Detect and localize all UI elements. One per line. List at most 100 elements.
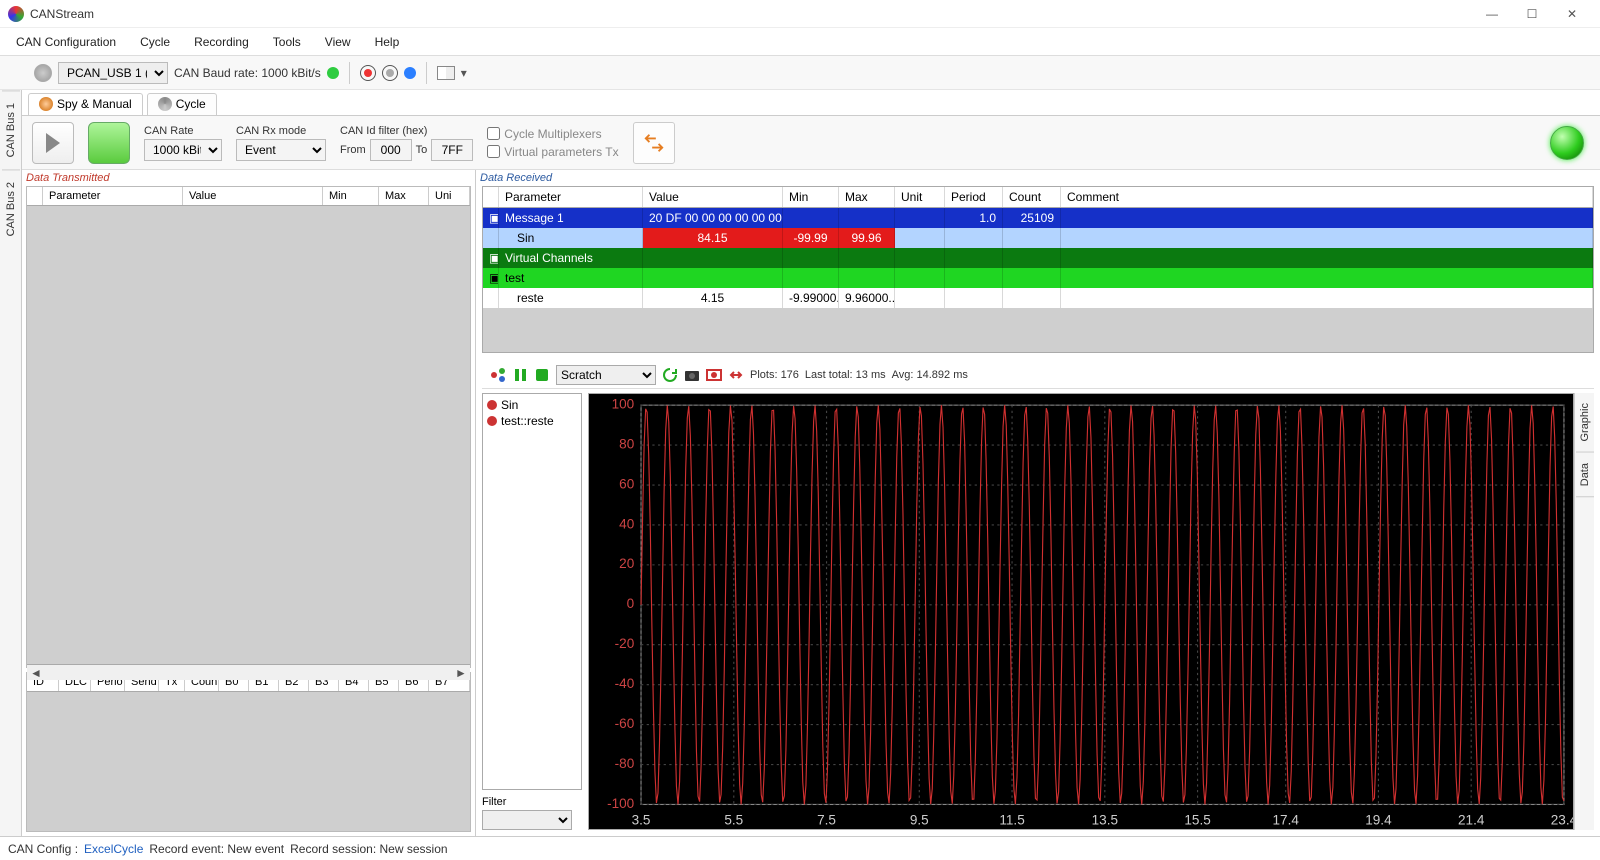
svg-text:-80: -80 (615, 756, 635, 771)
status-record-session: Record session: New session (290, 842, 447, 856)
play-icon (46, 133, 60, 153)
status-config-label: CAN Config : (8, 842, 78, 856)
layout-button[interactable] (437, 66, 455, 80)
svg-text:19.4: 19.4 (1365, 813, 1392, 828)
menu-help[interactable]: Help (365, 31, 410, 53)
plot-area: Sin test::reste Filter -100-80-60-40-200… (482, 393, 1594, 830)
person-icon (39, 97, 53, 111)
rx-header: Data Received (476, 170, 1600, 186)
tx-col-parameter[interactable]: Parameter (43, 187, 183, 205)
tx-col-unit[interactable]: Uni (429, 187, 470, 205)
svg-text:-20: -20 (615, 636, 635, 651)
trace-list[interactable]: Sin test::reste (482, 393, 582, 790)
svg-text:7.5: 7.5 (817, 813, 836, 828)
sidetab-can-bus-2[interactable]: CAN Bus 2 (2, 169, 20, 248)
rx-panel: Data Received Parameter Value Min Max Un… (476, 170, 1600, 836)
device-select[interactable]: PCAN_USB 1 (51h) (58, 62, 168, 84)
record-button[interactable] (360, 65, 376, 81)
statusbar: CAN Config : ExcelCycle Record event: Ne… (0, 836, 1600, 860)
app-icon (8, 6, 24, 22)
menu-tools[interactable]: Tools (263, 31, 311, 53)
control-bar: CAN Rate 1000 kBit/s CAN Rx mode Event C… (22, 116, 1600, 170)
left-sidetabs: CAN Bus 1 CAN Bus 2 (0, 90, 22, 836)
collapse-icon[interactable]: ▣ (483, 248, 499, 268)
tx-scrollbar[interactable]: ◄► (27, 664, 470, 680)
baud-rate-label: CAN Baud rate: 1000 kBit/s (174, 66, 321, 80)
tx-raw-grid[interactable]: ID DLC Perio Send Tx Coun B0 B1 B2 B3 B4… (26, 672, 471, 832)
trace-item-sin: Sin (487, 398, 577, 412)
maximize-button[interactable]: ☐ (1512, 2, 1552, 26)
filter-select[interactable] (482, 810, 572, 830)
svg-text:20: 20 (619, 556, 634, 571)
tx-col-min[interactable]: Min (323, 187, 379, 205)
plot-last: Last total: 13 ms (805, 369, 886, 381)
svg-text:9.5: 9.5 (910, 813, 929, 828)
svg-text:-60: -60 (615, 716, 635, 731)
status-record-event: Record event: New event (149, 842, 284, 856)
svg-text:5.5: 5.5 (724, 813, 743, 828)
plot-count: Plots: 176 (750, 369, 799, 381)
sidetab-graphic[interactable]: Graphic (1576, 393, 1594, 453)
record-red-icon[interactable] (706, 367, 722, 383)
status-led (1550, 126, 1584, 160)
tab-cycle-label: Cycle (176, 97, 206, 111)
menu-cycle[interactable]: Cycle (130, 31, 180, 53)
svg-text:0: 0 (627, 596, 635, 611)
tab-spy-label: Spy & Manual (57, 97, 132, 111)
tx-panel: Data Transmitted Parameter Value Min Max… (22, 170, 476, 836)
menu-can-configuration[interactable]: CAN Configuration (6, 31, 126, 53)
collapse-icon[interactable]: ▣ (483, 268, 499, 288)
swap-icon-button[interactable] (633, 122, 675, 164)
tx-grid[interactable]: Parameter Value Min Max Uni ◄► (26, 186, 471, 668)
cycle-multiplexers-checkbox[interactable]: Cycle Multiplexers (487, 127, 618, 141)
to-label: To (416, 144, 428, 156)
filter-to-input[interactable] (431, 139, 473, 161)
filter-label: Filter (482, 796, 582, 808)
link-red-icon[interactable] (728, 367, 744, 383)
tx-col-value[interactable]: Value (183, 187, 323, 205)
menu-recording[interactable]: Recording (184, 31, 259, 53)
tab-spy-manual[interactable]: Spy & Manual (28, 93, 143, 115)
record-pause-button[interactable] (382, 65, 398, 81)
stop-icon[interactable] (534, 367, 550, 383)
gear-icon[interactable] (34, 64, 52, 82)
tab-cycle[interactable]: Cycle (147, 93, 217, 115)
status-dot-blue (404, 67, 416, 79)
id-filter-label: CAN Id filter (hex) (340, 125, 473, 137)
sidetab-can-bus-1[interactable]: CAN Bus 1 (2, 90, 20, 169)
tx-col-max[interactable]: Max (379, 187, 429, 205)
svg-text:11.5: 11.5 (999, 813, 1024, 828)
play-button[interactable] (32, 122, 74, 164)
subtabs: Spy & Manual Cycle (22, 90, 1600, 116)
nodes-icon[interactable] (490, 367, 506, 383)
camera-icon[interactable] (684, 367, 700, 383)
plot-canvas[interactable]: -100-80-60-40-200204060801003.55.57.59.5… (588, 393, 1574, 830)
main: CAN Bus 1 CAN Bus 2 Spy & Manual Cycle C… (0, 90, 1600, 836)
status-dot-green (327, 67, 339, 79)
collapse-icon[interactable]: ▣ (483, 208, 499, 228)
tx-header: Data Transmitted (22, 170, 475, 186)
filter-from-input[interactable] (370, 139, 412, 161)
minimize-button[interactable]: — (1472, 2, 1512, 26)
svg-text:40: 40 (619, 516, 634, 531)
can-rate-label: CAN Rate (144, 125, 222, 137)
window-title: CANStream (30, 7, 1472, 21)
stop-button[interactable] (88, 122, 130, 164)
titlebar: CANStream — ☐ ✕ (0, 0, 1600, 28)
menu-view[interactable]: View (315, 31, 361, 53)
from-label: From (340, 144, 366, 156)
virtual-params-tx-checkbox[interactable]: Virtual parameters Tx (487, 145, 618, 159)
pause-icon[interactable] (512, 367, 528, 383)
content: Spy & Manual Cycle CAN Rate 1000 kBit/s … (22, 90, 1600, 836)
panels: Data Transmitted Parameter Value Min Max… (22, 170, 1600, 836)
refresh-icon[interactable] (662, 367, 678, 383)
rx-mode-select[interactable]: Event (236, 139, 326, 161)
status-config-link[interactable]: ExcelCycle (84, 842, 143, 856)
layout-dropdown-icon[interactable]: ▾ (461, 66, 467, 80)
sidetab-data[interactable]: Data (1576, 453, 1594, 497)
close-button[interactable]: ✕ (1552, 2, 1592, 26)
rx-grid[interactable]: Parameter Value Min Max Unit Period Coun… (482, 186, 1594, 353)
scratch-select[interactable]: Scratch (556, 365, 656, 385)
plot-avg: Avg: 14.892 ms (892, 369, 968, 381)
can-rate-select[interactable]: 1000 kBit/s (144, 139, 222, 161)
